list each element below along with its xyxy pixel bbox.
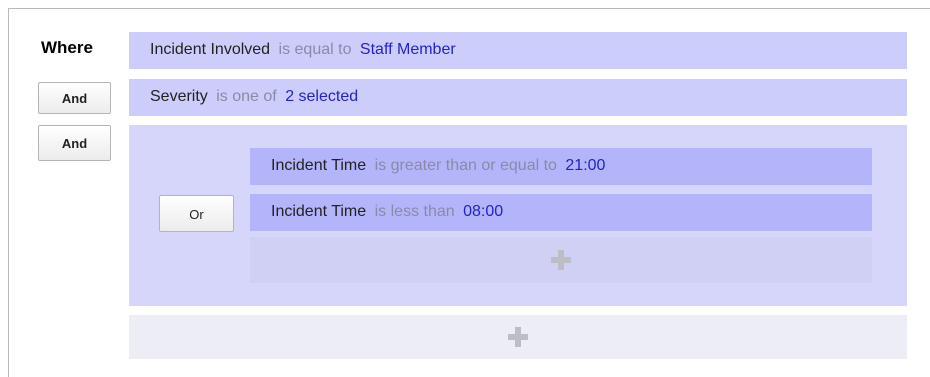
or-condition-group: Or Incident Time is greater than or equa… (129, 125, 907, 306)
condition-row-incident-time-lt[interactable]: Incident Time is less than 08:00 (250, 194, 872, 231)
condition-row-severity[interactable]: Severity is one of 2 selected (129, 79, 907, 116)
condition-field[interactable]: Incident Involved (150, 41, 270, 58)
condition-operator[interactable]: is greater than or equal to (375, 157, 557, 174)
where-label: Where (41, 38, 93, 57)
condition-operator[interactable]: is less than (375, 203, 455, 220)
or-button[interactable]: Or (159, 195, 234, 232)
plus-icon (551, 250, 571, 270)
condition-row-incident-time-gte[interactable]: Incident Time is greater than or equal t… (250, 148, 872, 185)
condition-value[interactable]: Staff Member (360, 41, 456, 58)
and-button-2[interactable]: And (38, 125, 111, 161)
plus-icon (508, 327, 528, 347)
add-condition-button[interactable] (129, 315, 907, 359)
condition-value[interactable]: 2 selected (285, 88, 358, 105)
and-button-1[interactable]: And (38, 82, 111, 114)
condition-value[interactable]: 21:00 (565, 157, 605, 174)
condition-row-incident-involved[interactable]: Incident Involved is equal to Staff Memb… (129, 32, 907, 69)
add-group-condition-button[interactable] (250, 237, 872, 283)
condition-field[interactable]: Incident Time (271, 157, 366, 174)
condition-field[interactable]: Incident Time (271, 203, 366, 220)
condition-operator[interactable]: is equal to (279, 41, 352, 58)
condition-field[interactable]: Severity (150, 88, 208, 105)
condition-operator[interactable]: is one of (216, 88, 276, 105)
condition-value[interactable]: 08:00 (463, 203, 503, 220)
